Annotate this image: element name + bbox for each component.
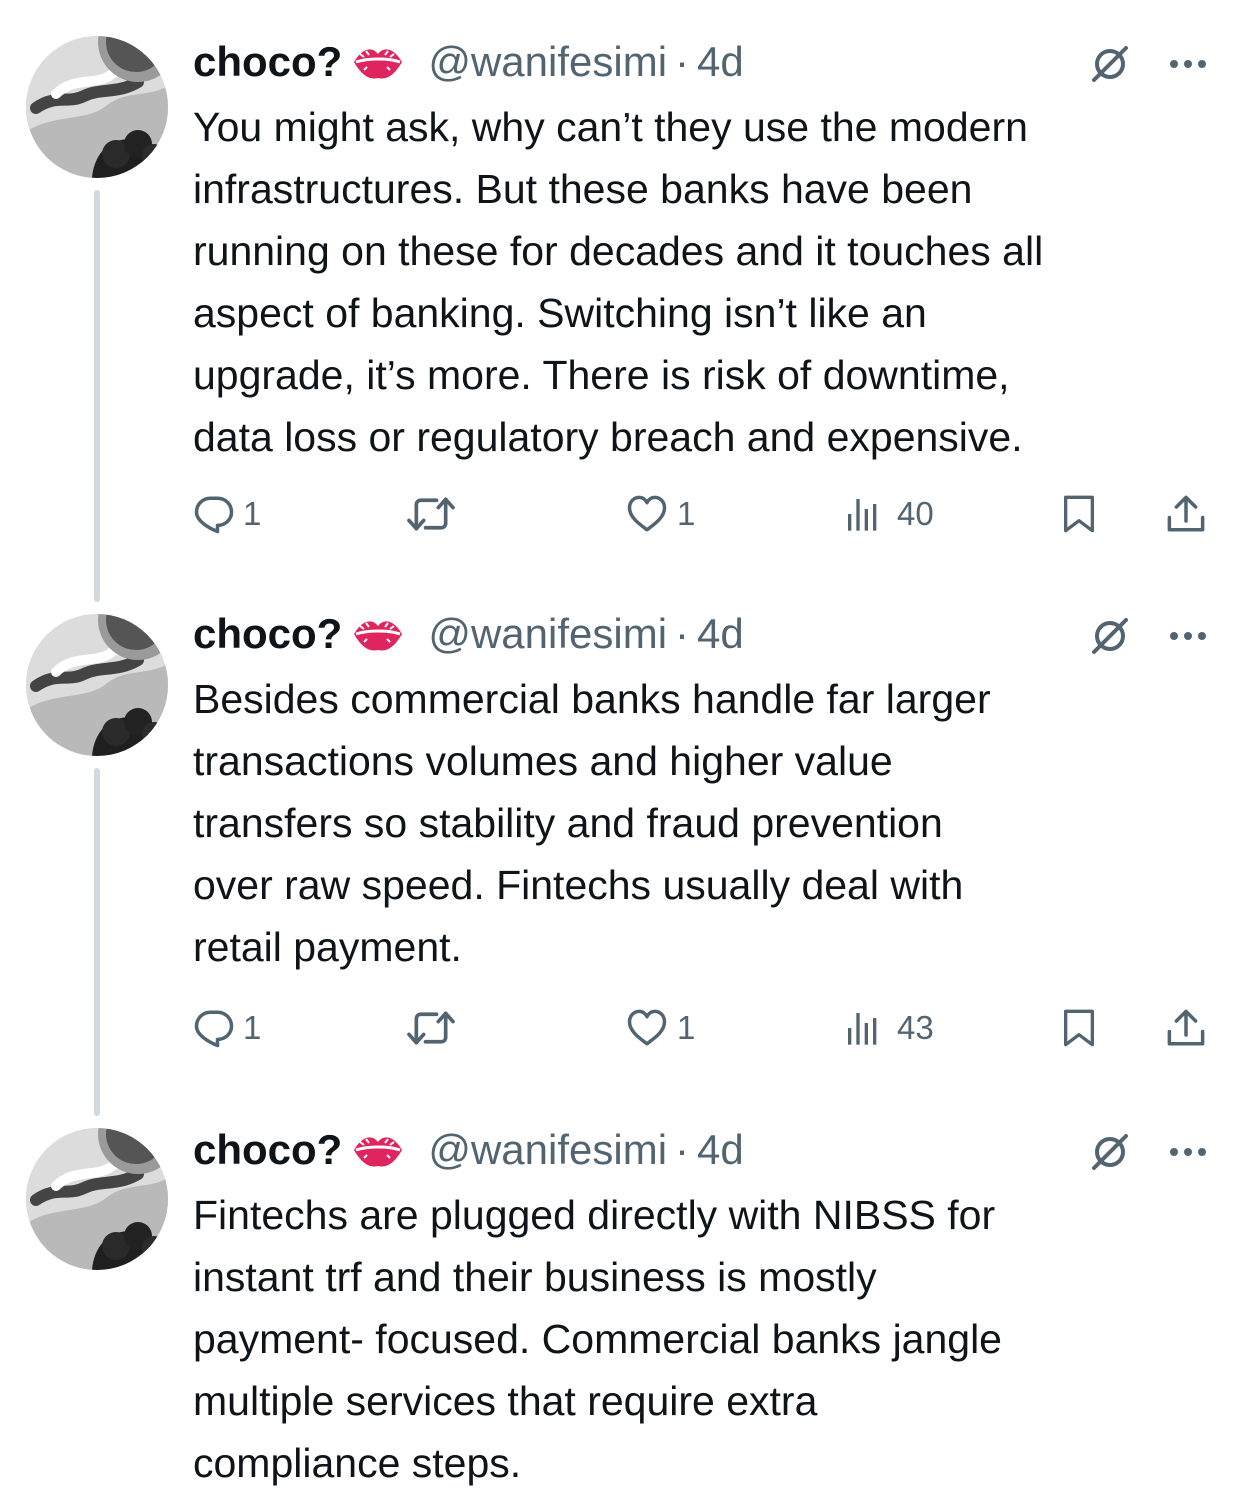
repost-icon <box>405 1006 457 1050</box>
separator-dot: · <box>675 610 690 657</box>
tweet[interactable]: choco? @wanifesimi · 4d You might ask, w… <box>0 36 1242 556</box>
kiss-mark-icon <box>350 614 406 654</box>
action-bar: 1 1 40 <box>193 490 1213 538</box>
action-bar: 1 1 43 <box>193 1004 1213 1052</box>
repost-button[interactable] <box>405 490 457 538</box>
kiss-mark-icon <box>350 42 406 82</box>
timestamp[interactable]: 4d <box>697 1124 744 1176</box>
reply-count: 1 <box>243 495 262 532</box>
share-icon <box>1165 492 1207 536</box>
like-count: 1 <box>677 1009 696 1046</box>
view-count: 43 <box>897 1009 934 1046</box>
like-button[interactable]: 1 <box>625 490 695 538</box>
bookmark-icon <box>1059 492 1099 536</box>
author-handle[interactable]: @wanifesimi <box>428 608 667 660</box>
tweet-text: You might ask, why can’t they use the mo… <box>193 104 1044 460</box>
bookmark-icon <box>1059 1006 1099 1050</box>
repost-icon <box>405 492 457 536</box>
views-icon <box>843 494 883 534</box>
view-count: 40 <box>897 495 934 532</box>
avatar-image <box>26 36 168 178</box>
separator-dot: · <box>675 1126 690 1173</box>
more-icon[interactable] <box>1164 1128 1212 1176</box>
tweet-header: choco? @wanifesimi · 4d <box>193 1124 744 1176</box>
bookmark-button[interactable] <box>1059 490 1099 538</box>
tweet[interactable]: choco? @wanifesimi · 4d Besides commerci… <box>0 608 1242 1068</box>
like-count: 1 <box>677 495 696 532</box>
avatar[interactable] <box>26 614 168 756</box>
share-button[interactable] <box>1165 490 1207 538</box>
bookmark-button[interactable] <box>1059 1004 1099 1052</box>
reply-icon <box>193 1007 235 1049</box>
author-name[interactable]: choco? <box>193 36 342 88</box>
timestamp[interactable]: 4d <box>697 608 744 660</box>
avatar[interactable] <box>26 1128 168 1270</box>
more-icon[interactable] <box>1164 612 1212 660</box>
repost-button[interactable] <box>405 1004 457 1052</box>
share-button[interactable] <box>1165 1004 1207 1052</box>
tweet-header: choco? @wanifesimi · 4d <box>193 36 744 88</box>
reply-count: 1 <box>243 1009 262 1046</box>
reply-button[interactable]: 1 <box>193 1004 261 1052</box>
avatar-image <box>26 1128 168 1270</box>
views-button[interactable]: 43 <box>843 1004 934 1052</box>
views-button[interactable]: 40 <box>843 490 934 538</box>
separator-dot: · <box>675 38 690 85</box>
grok-icon[interactable] <box>1086 612 1134 660</box>
like-icon <box>625 493 669 535</box>
grok-icon[interactable] <box>1086 1128 1134 1176</box>
avatar[interactable] <box>26 36 168 178</box>
more-icon[interactable] <box>1164 40 1212 88</box>
author-name[interactable]: choco? <box>193 1124 342 1176</box>
reply-button[interactable]: 1 <box>193 490 261 538</box>
tweet[interactable]: choco? @wanifesimi · 4d Fintechs are plu… <box>0 1124 1242 1506</box>
tweet-header: choco? @wanifesimi · 4d <box>193 608 744 660</box>
author-handle[interactable]: @wanifesimi <box>428 36 667 88</box>
tweet-text: Besides commercial banks handle far larg… <box>193 676 991 970</box>
avatar-image <box>26 614 168 756</box>
tweet-thread: choco? @wanifesimi · 4d You might ask, w… <box>0 0 1242 1506</box>
views-icon <box>843 1008 883 1048</box>
like-icon <box>625 1007 669 1049</box>
reply-icon <box>193 493 235 535</box>
author-handle[interactable]: @wanifesimi <box>428 1124 667 1176</box>
grok-icon[interactable] <box>1086 40 1134 88</box>
author-name[interactable]: choco? <box>193 608 342 660</box>
timestamp[interactable]: 4d <box>697 36 744 88</box>
share-icon <box>1165 1006 1207 1050</box>
tweet-text: Fintechs are plugged directly with NIBSS… <box>193 1192 1002 1486</box>
kiss-mark-icon <box>350 1130 406 1170</box>
like-button[interactable]: 1 <box>625 1004 695 1052</box>
